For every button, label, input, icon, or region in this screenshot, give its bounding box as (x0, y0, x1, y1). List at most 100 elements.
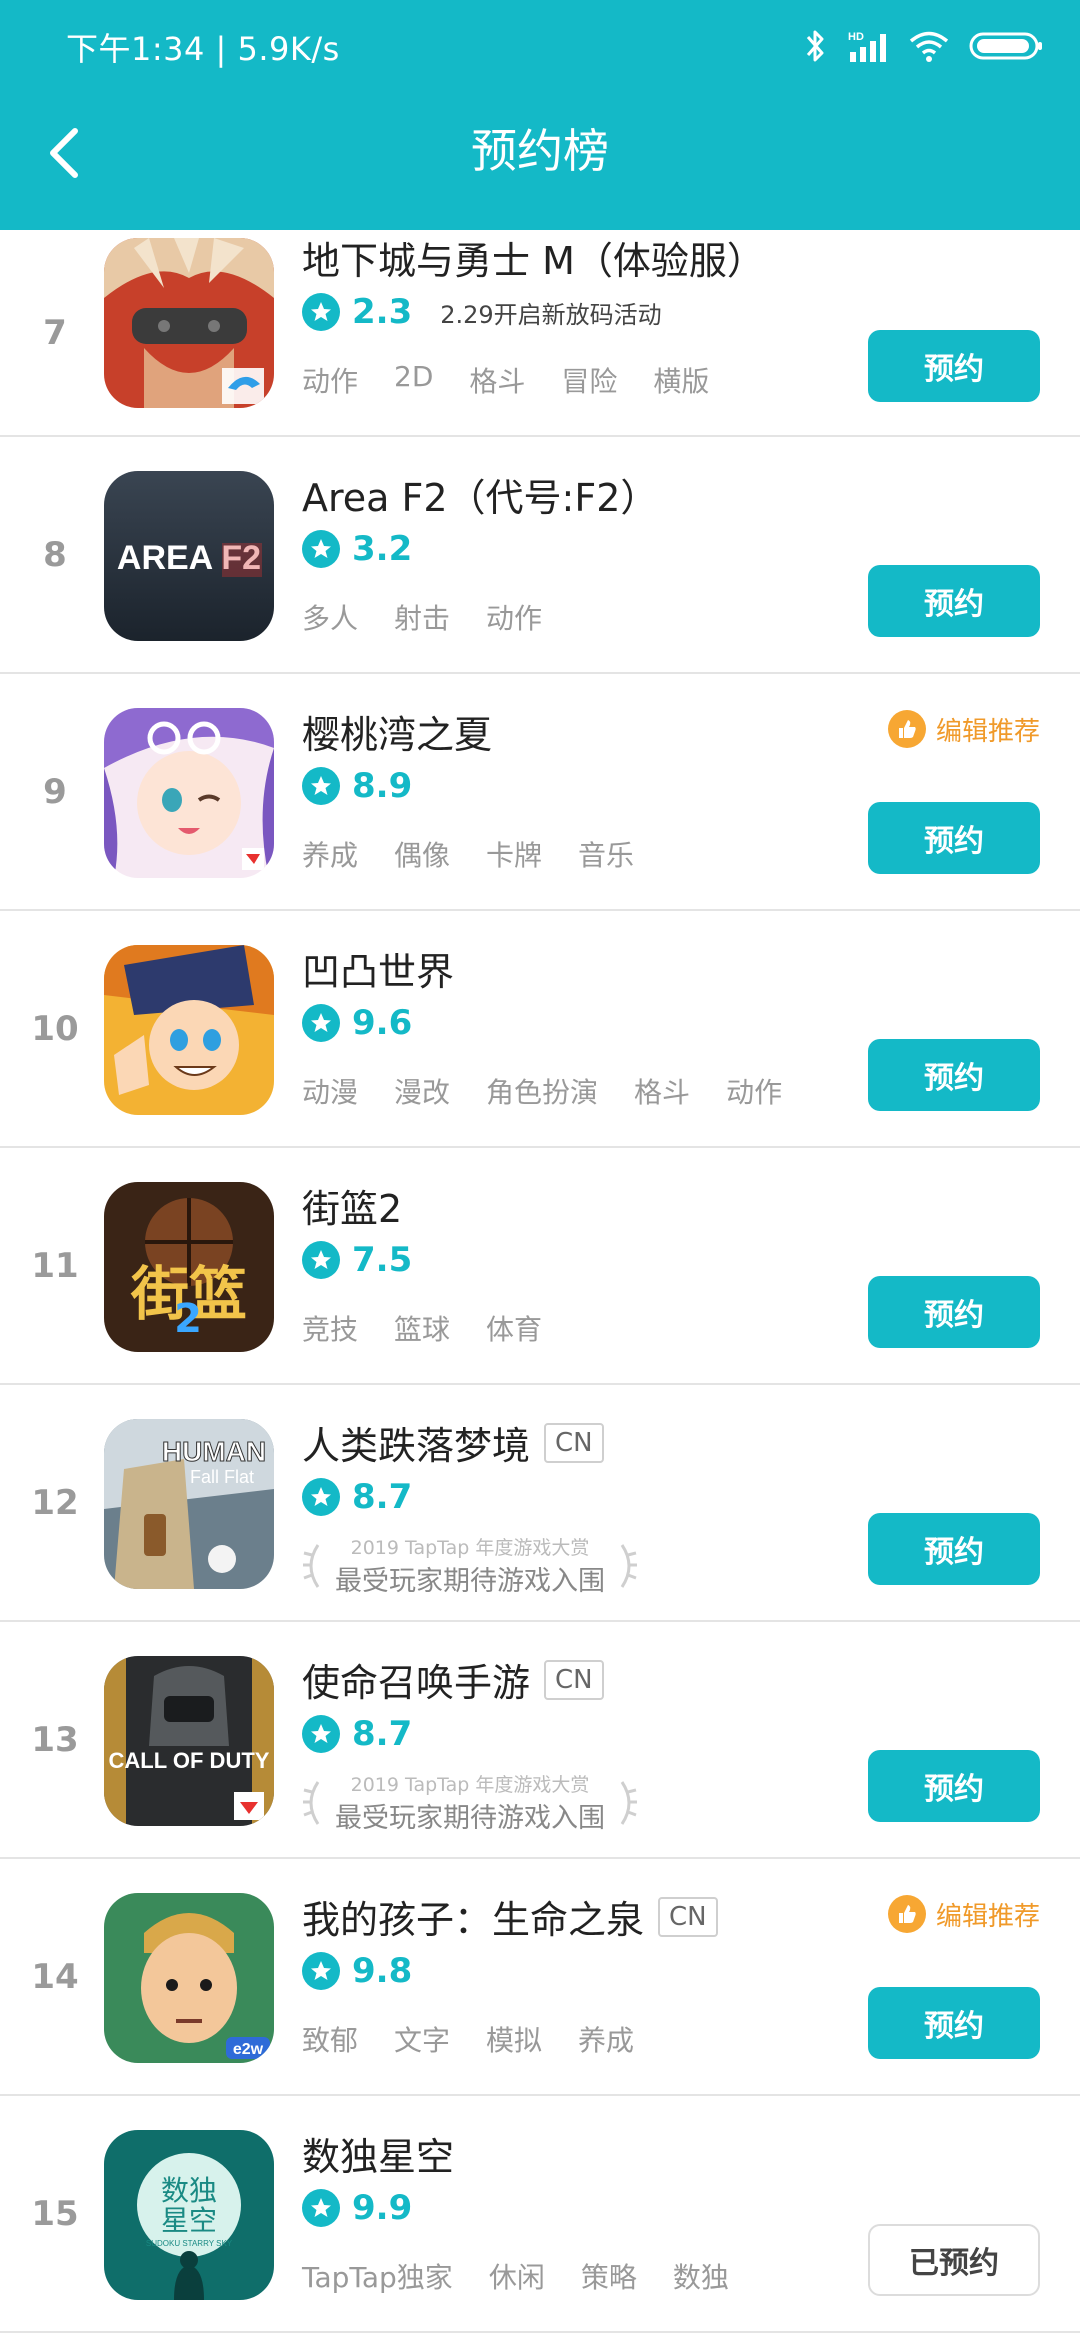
tag[interactable]: 冒险 (561, 360, 617, 400)
game-title[interactable]: Area F2（代号:F2） (302, 467, 658, 522)
tag[interactable]: 文字 (394, 2019, 450, 2059)
reserve-button[interactable]: 预约 (868, 1513, 1040, 1585)
game-title[interactable]: 地下城与勇士 M（体验服） (302, 230, 765, 285)
tag[interactable]: 篮球 (394, 1308, 450, 1348)
tag[interactable]: 射击 (394, 597, 450, 637)
game-icon-sudoku-starry-sky[interactable]: 数独 星空 SUDOKU STARRY SKY (104, 2130, 274, 2300)
rating-line: 7.5 (302, 1240, 412, 1280)
game-icon-area-f2[interactable]: AREA F2 (104, 471, 274, 641)
game-title[interactable]: 人类跌落梦境 (302, 1415, 530, 1470)
game-icon-human-fall-flat[interactable]: HUMAN Fall Flat (104, 1419, 274, 1589)
tag-list: 养成 偶像 卡牌 音乐 (302, 834, 634, 874)
tag[interactable]: 模拟 (486, 2019, 542, 2059)
tag[interactable]: 音乐 (578, 834, 634, 874)
game-title[interactable]: 使命召唤手游 (302, 1652, 530, 1707)
tag[interactable]: 格斗 (469, 360, 525, 400)
status-icons: HD (804, 26, 1044, 66)
rating-line: 9.9 (302, 2188, 412, 2228)
game-title[interactable]: 我的孩子：生命之泉 (302, 1889, 644, 1944)
award-badge: 2019 TapTap 年度游戏大赏 最受玩家期待游戏入围 (302, 1533, 638, 1599)
region-badge: CN (658, 1896, 718, 1937)
tag[interactable]: 2D (394, 360, 433, 400)
list-item[interactable]: 7 地下城与勇士 M（体验服） 2.3 2.29开启新放码活动 动作 2D 格斗… (0, 230, 1080, 437)
reserve-button[interactable]: 预约 (868, 1039, 1040, 1111)
tag[interactable]: 格斗 (634, 1071, 690, 1111)
status-time: 下午1:34 | 5.9K/s (66, 30, 340, 68)
rating-value: 8.7 (352, 1714, 413, 1754)
tag[interactable]: 动作 (486, 597, 542, 637)
rating-line: 8.7 (302, 1477, 412, 1517)
rank-number: 9 (43, 771, 67, 812)
star-icon (302, 1004, 340, 1042)
game-icon-call-of-duty[interactable]: CALL OF DUTY (104, 1656, 274, 1826)
rank-number: 15 (31, 2193, 79, 2234)
rank-number: 10 (31, 1008, 79, 1049)
tag[interactable]: 多人 (302, 597, 358, 637)
rating-value: 7.5 (352, 1240, 413, 1280)
tag[interactable]: 养成 (578, 2019, 634, 2059)
editor-pick-label: 编辑推荐 (935, 1901, 1040, 1932)
tag[interactable]: 卡牌 (486, 834, 542, 874)
tag[interactable]: TapTap独家 (302, 2256, 453, 2296)
title-line: 地下城与勇士 M（体验服） (302, 230, 765, 285)
game-title[interactable]: 樱桃湾之夏 (302, 704, 492, 759)
reserve-button[interactable]: 预约 (868, 1987, 1040, 2059)
tag[interactable]: 动作 (726, 1071, 782, 1111)
rank-number: 8 (43, 534, 67, 575)
game-icon-street-basketball[interactable]: 街篮 2 (104, 1182, 274, 1352)
list-item[interactable]: 11 街篮 2 街篮2 7.5 竞技 篮球 体育 预约 (0, 1148, 1080, 1385)
reserve-button[interactable]: 预约 (868, 1750, 1040, 1822)
list-item[interactable]: 15 数独 星空 SUDOKU STARRY SKY 数独星空 9.9 TapT… (0, 2096, 1080, 2333)
game-icon-my-child[interactable]: e2w (104, 1893, 274, 2063)
tag[interactable]: 横版 (653, 360, 709, 400)
rank-number: 11 (31, 1245, 79, 1286)
tag-list: 竞技 篮球 体育 (302, 1308, 542, 1348)
tag[interactable]: 体育 (486, 1308, 542, 1348)
tag[interactable]: 养成 (302, 834, 358, 874)
tag[interactable]: 偶像 (394, 834, 450, 874)
list-item[interactable]: 10 凹凸世界 9.6 动漫 漫改 角色扮演 格斗 动作 预约 (0, 911, 1080, 1148)
reserve-button[interactable]: 预约 (868, 802, 1040, 874)
game-icon-aotu-world[interactable] (104, 945, 274, 1115)
star-icon (302, 2189, 340, 2227)
rating-value: 8.7 (352, 1477, 413, 1517)
rank-number: 14 (31, 1956, 79, 1997)
rating-line: 9.8 (302, 1951, 412, 1991)
game-title[interactable]: 数独星空 (302, 2126, 454, 2181)
laurel-icon (620, 1544, 637, 1588)
reserve-button[interactable]: 预约 (868, 330, 1040, 402)
page-title: 预约榜 (471, 124, 609, 178)
award-subtitle: 2019 TapTap 年度游戏大赏 (350, 1774, 590, 1796)
reserve-button[interactable]: 预约 (868, 1276, 1040, 1348)
tag[interactable]: 动作 (302, 360, 358, 400)
tag[interactable]: 休闲 (489, 2256, 545, 2296)
reserved-button[interactable]: 已预约 (868, 2224, 1040, 2296)
tag[interactable]: 动漫 (302, 1071, 358, 1111)
rating-value: 9.9 (352, 2188, 413, 2228)
tag[interactable]: 竞技 (302, 1308, 358, 1348)
reserve-button[interactable]: 预约 (868, 565, 1040, 637)
list-item[interactable]: 9 樱桃湾之夏 编辑推荐 8.9 养成 偶像 卡牌 音乐 预约 (0, 674, 1080, 911)
game-title[interactable]: 凹凸世界 (302, 941, 454, 996)
list-item[interactable]: 13 CALL OF DUTY 使命召唤手游 CN 8.7 2019 TapTa… (0, 1622, 1080, 1859)
game-icon-dnf[interactable] (104, 238, 274, 408)
svg-text:Fall Flat: Fall Flat (190, 1467, 254, 1487)
game-title[interactable]: 街篮2 (302, 1178, 402, 1233)
svg-text:e2w: e2w (233, 2041, 264, 2058)
rank-number: 13 (31, 1719, 79, 1760)
list-item[interactable]: 8 AREA F2 Area F2（代号:F2） 3.2 多人 射击 动作 预约 (0, 437, 1080, 674)
star-icon (302, 1241, 340, 1279)
tag-list: 致郁 文字 模拟 养成 (302, 2019, 634, 2059)
tag[interactable]: 数独 (673, 2256, 729, 2296)
star-icon (302, 1715, 340, 1753)
star-icon (302, 530, 340, 568)
game-icon-cherry-bay[interactable] (104, 708, 274, 878)
tag[interactable]: 致郁 (302, 2019, 358, 2059)
list-item[interactable]: 12 HUMAN Fall Flat 人类跌落梦境 CN 8.7 2019 Ta… (0, 1385, 1080, 1622)
tag[interactable]: 策略 (581, 2256, 637, 2296)
list-item[interactable]: 14 e2w 我的孩子：生命之泉 CN 编辑推荐 9.8 致郁 文字 模拟 养成… (0, 1859, 1080, 2096)
title-line: 使命召唤手游 CN (302, 1652, 604, 1707)
tag[interactable]: 漫改 (394, 1071, 450, 1111)
editor-pick-badge: 编辑推荐 (887, 710, 1040, 748)
tag[interactable]: 角色扮演 (486, 1071, 598, 1111)
